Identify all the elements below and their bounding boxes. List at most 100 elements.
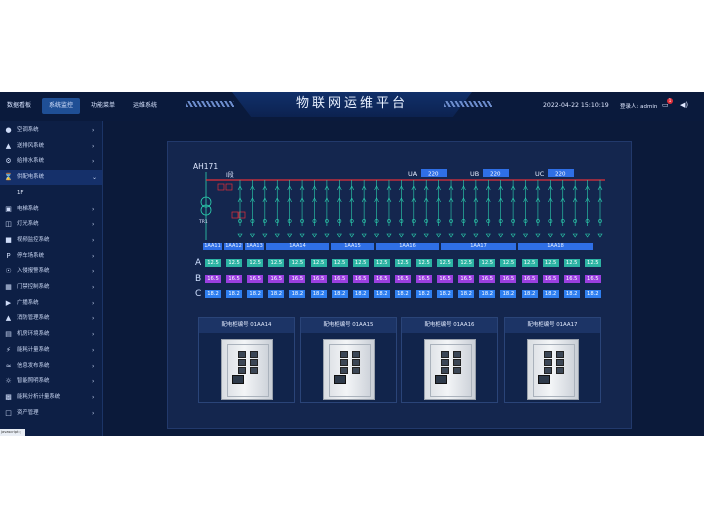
phase-b-value: 16.5 [268,275,285,283]
monitor-icon: ▣ [5,204,12,213]
analysis-icon: ▩ [5,392,12,401]
feeder-ground [423,233,429,238]
phase-c-value: 18.2 [331,290,348,298]
cabinet-card[interactable]: 配电柜编号 01AA14 [198,317,295,403]
cabinet-card[interactable]: 配电柜编号 01AA17 [504,317,601,403]
sidebar-item-17[interactable]: ▩ 能耗分析计量系统 › [0,390,102,405]
phase-a-value: 12.5 [331,259,348,267]
sidebar-item-label: 供配电系统 [17,174,44,181]
cabinet-title: 配电柜编号 01AA15 [301,318,396,333]
phase-c-value: 18.2 [289,290,306,298]
feeder-ground [585,233,591,238]
bus-section-1AA17[interactable]: 1AA17 [441,243,516,250]
chevron-right-icon: › [92,284,95,291]
phase-a-value: 12.5 [521,259,538,267]
nav-function-menu[interactable]: 功能菜单 [86,98,120,114]
feeder-ground [473,233,479,238]
cabinet-display [435,375,447,384]
cabinet-card[interactable]: 配电柜编号 01AA16 [401,317,498,403]
cabinet-card[interactable]: 配电柜编号 01AA15 [300,317,397,403]
cabinet-meter [352,351,360,358]
cabinet-meter [544,367,552,374]
phase-a-value: 12.5 [247,259,264,267]
chevron-right-icon: › [92,142,95,150]
phase-c-value: 18.2 [310,290,327,298]
sidebar-item-14[interactable]: ⚡ 能耗计量系统 › [0,343,102,358]
phase-b-value: 16.5 [563,275,580,283]
voltage-ub-value: 220 [490,172,501,178]
sidebar-item-9[interactable]: ☉ 入侵报警系统 › [0,264,102,279]
nav-system-monitor[interactable]: 系统监控 [42,98,80,114]
bus-section-1AA14[interactable]: 1AA14 [266,243,329,250]
phase-c-value: 18.2 [563,290,580,298]
sidebar-item-12[interactable]: ▲ 消防管理系统 › [0,311,102,326]
feeder-ground [572,233,578,238]
protection-box-3 [231,211,239,219]
bus-section-1AA11[interactable]: 1AA11 [203,243,222,250]
protection-box-1 [217,183,225,191]
phase-b-value: 16.5 [205,275,221,283]
feeder-ground [522,233,529,238]
warning-icon: ▲ [5,141,12,150]
phase-c-value: 18.2 [352,290,369,298]
feeder-ground [498,233,504,238]
cabinet-image [323,339,375,400]
chevron-right-icon: › [92,299,95,307]
cabinet-display [334,375,346,384]
feeder-ground [448,233,454,238]
database-icon: ◫ [5,220,12,229]
sidebar-item-4[interactable]: ⌛ 供配电系统 ⌄ [0,170,102,186]
sidebar-item-8[interactable]: P 停车场系统 › [0,249,102,264]
chevron-down-icon: ⌄ [92,174,98,182]
sidebar-item-3[interactable]: ⚙ 给排水系统 › [0,154,102,169]
nav-ops-system[interactable]: 运维系统 [128,98,162,114]
sidebar-item-2[interactable]: ▲ 送排风系统 › [0,139,102,154]
cabinet-meter [250,351,258,358]
voltage-ua-value: 220 [428,172,439,178]
phase-c-value: 18.2 [373,290,390,298]
sidebar-item-label: 送排风系统 [17,142,44,149]
phase-c-value: 18.2 [521,290,538,298]
notification-badge: 1 [667,98,673,104]
phase-c-value: 18.2 [542,290,559,298]
sidebar-item-1[interactable]: ● 空调系统 › [0,123,102,138]
sidebar-item-18[interactable]: □ 资产管理 › [0,406,102,421]
bus-section-1AA16[interactable]: 1AA16 [376,243,439,250]
transformer-label: TR1 [198,219,208,225]
sidebar-item-label: 信息发布系统 [17,362,50,369]
phase-b-value: 16.5 [458,275,475,283]
bus-section-1AA12[interactable]: 1AA12 [224,243,243,250]
cabinet-meter [238,359,246,366]
phase-c-value: 18.2 [437,290,454,298]
bus-section-1AA18[interactable]: 1AA18 [518,243,593,250]
sidebar-item-label: 视频监控系统 [17,236,50,243]
nav-dashboard[interactable]: 数据看板 [2,98,36,114]
cabinet-meter [238,351,246,358]
cabinet-door [227,344,269,397]
sidebar-item-label: 空调系统 [17,127,39,133]
sidebar-item-10[interactable]: ▦ 门禁控制系统 › [0,280,102,295]
bus-section-1AA13[interactable]: 1AA13 [245,243,264,250]
app-window: 数据看板 系统监控 功能菜单 运维系统 物联网运维平台 2022-04-22 1… [0,92,704,436]
sidebar-item-13[interactable]: ▤ 机房环境系统 › [0,327,102,342]
feeder-ground [510,233,516,238]
bus-section-1AA15[interactable]: 1AA15 [331,243,374,250]
feeder-ground [560,233,566,238]
sidebar-item-6[interactable]: ◫ 灯光系统 › [0,217,102,232]
cabinet-image [424,339,476,400]
phase-b-value: 16.5 [416,275,432,283]
phase-c-value: 18.2 [394,290,411,298]
cabinet-meter [544,351,552,358]
speaker-icon[interactable]: ◀) [680,101,688,109]
sidebar-item-11[interactable]: ▶ 广播系统 › [0,296,102,311]
sidebar-item-16[interactable]: ☼ 智能照明系统 › [0,374,102,389]
chevron-right-icon: › [92,158,95,166]
sidebar-item-5[interactable]: ▣ 电梯系统 › [0,202,102,217]
cabinet-title: 配电柜编号 01AA16 [402,318,497,333]
phase-c-value: 18.2 [247,290,264,298]
sidebar-item-15[interactable]: ≈ 信息发布系统 › [0,359,102,374]
sidebar-subitem-1f[interactable]: 1F [0,186,102,201]
phase-c-value: 18.2 [416,290,432,298]
sidebar-item-7[interactable]: ■ 视频监控系统 › [0,233,102,248]
phase-c-value: 18.2 [458,290,475,298]
